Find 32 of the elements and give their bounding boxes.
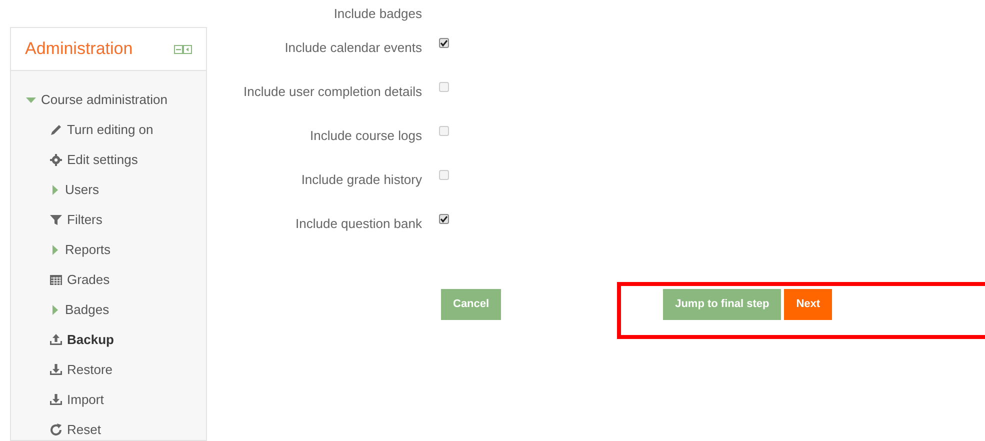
sidebar-item[interactable]: Import	[67, 390, 104, 410]
download-icon	[49, 393, 63, 407]
checkbox[interactable]	[439, 214, 449, 224]
setting-label: Include question bank	[294, 215, 422, 234]
table-icon	[49, 273, 63, 287]
sidebar-item[interactable]: Turn editing on	[67, 120, 154, 140]
sidebar-item[interactable]: Filters	[67, 210, 102, 230]
pencil-icon	[49, 123, 63, 137]
sidebar-item[interactable]: Reset	[67, 420, 101, 440]
sidebar-item[interactable]: Reports	[65, 240, 111, 260]
setting-label: Include user completion details	[242, 83, 422, 102]
sidebar-item[interactable]: Restore	[67, 360, 113, 380]
download-icon	[49, 363, 63, 377]
block-title: Administration	[25, 38, 133, 60]
setting-label: Include badges	[332, 5, 422, 24]
checkbox[interactable]	[439, 126, 449, 136]
setting-label: Include course logs	[308, 127, 422, 146]
sidebar-item[interactable]: Grades	[67, 270, 110, 290]
setting-label: Include grade history	[300, 171, 422, 190]
sidebar-item[interactable]: Edit settings	[67, 150, 138, 170]
sidebar-item[interactable]: Backup	[67, 330, 114, 350]
dock-icon[interactable]	[174, 44, 192, 54]
checkbox[interactable]	[439, 170, 449, 180]
sidebar-item[interactable]: Course administration	[41, 90, 168, 110]
filter-icon	[49, 213, 63, 227]
reset-icon	[49, 423, 63, 437]
checkbox[interactable]	[439, 82, 449, 92]
setting-label: Include calendar events	[284, 39, 422, 58]
upload-icon	[49, 333, 63, 347]
checkbox[interactable]	[439, 38, 449, 48]
sidebar-item[interactable]: Users	[65, 180, 99, 200]
sidebar-item[interactable]: Badges	[65, 300, 110, 320]
